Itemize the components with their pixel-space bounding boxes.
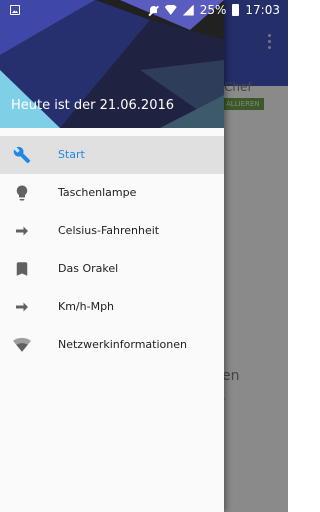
drawer-item-netzwerkinformationen[interactable]: Netzwerkinformationen bbox=[0, 326, 224, 364]
image-icon bbox=[10, 5, 20, 15]
bookmark-icon bbox=[16, 262, 28, 276]
battery-icon bbox=[232, 4, 240, 16]
arrow-right-icon bbox=[16, 302, 28, 312]
drawer-item-label: Start bbox=[58, 148, 85, 161]
wifi-icon bbox=[164, 5, 177, 15]
drawer-item-kmh-mph[interactable]: Km/h-Mph bbox=[0, 288, 224, 326]
drawer-menu: Start Taschenlampe Celsius-Fahrenheit Da… bbox=[0, 136, 224, 364]
drawer-item-taschenlampe[interactable]: Taschenlampe bbox=[0, 174, 224, 212]
battery-percent: 25% bbox=[199, 3, 227, 17]
drawer-item-label: Das Orakel bbox=[58, 262, 119, 275]
status-bar: 25% 17:03 bbox=[0, 0, 288, 22]
signal-icon bbox=[182, 4, 194, 16]
mute-icon bbox=[148, 5, 159, 16]
wrench-icon bbox=[13, 146, 31, 164]
drawer-header-date: Heute ist der 21.06.2016 bbox=[11, 98, 175, 113]
drawer-item-das-orakel[interactable]: Das Orakel bbox=[0, 250, 224, 288]
status-icons: 25% 17:03 bbox=[148, 3, 280, 17]
wifi-icon bbox=[13, 337, 31, 352]
drawer-item-label: Netzwerkinformationen bbox=[58, 338, 187, 351]
status-time: 17:03 bbox=[245, 3, 280, 17]
lightbulb-icon bbox=[16, 185, 28, 201]
navigation-drawer: Heute ist der 21.06.2016 Start Taschenla… bbox=[0, 0, 224, 512]
drawer-scrim[interactable] bbox=[224, 0, 288, 512]
drawer-item-label: Celsius-Fahrenheit bbox=[58, 224, 160, 237]
drawer-item-start[interactable]: Start bbox=[0, 136, 224, 174]
drawer-item-celsius-fahrenheit[interactable]: Celsius-Fahrenheit bbox=[0, 212, 224, 250]
drawer-item-label: Taschenlampe bbox=[58, 186, 137, 199]
drawer-item-label: Km/h-Mph bbox=[58, 300, 115, 313]
arrow-right-icon bbox=[16, 226, 28, 236]
